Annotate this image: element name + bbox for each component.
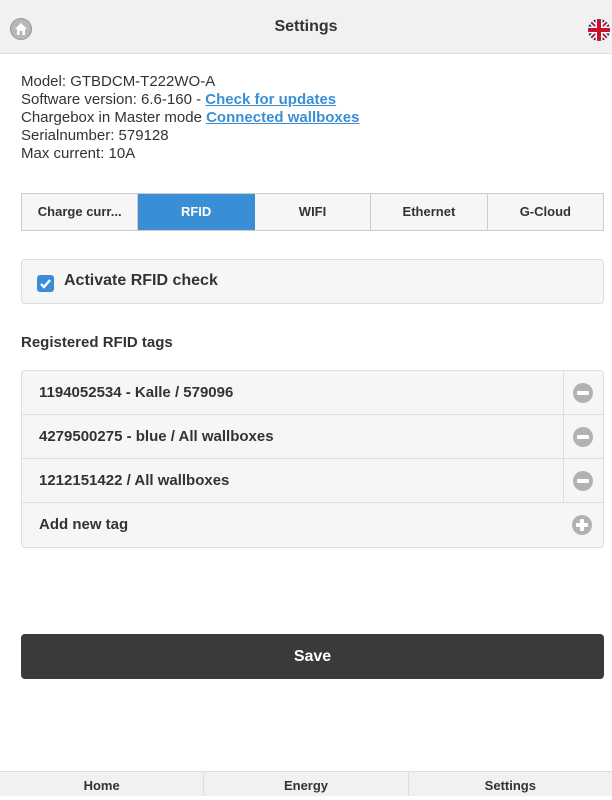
- software-version-text: Software version: 6.6-160 -: [21, 91, 206, 108]
- save-button[interactable]: Save: [21, 634, 604, 679]
- remove-icon: [573, 383, 593, 403]
- add-new-tag-label: Add new tag: [39, 516, 129, 533]
- nav-home[interactable]: Home: [0, 772, 205, 796]
- tag-label: 4279500275 - blue / All wallboxes: [39, 428, 274, 445]
- tab-ethernet[interactable]: Ethernet: [371, 194, 488, 230]
- rfid-tag-list: 1194052534 - Kalle / 579096 4279500275 -…: [21, 370, 604, 548]
- tab-g-cloud[interactable]: G-Cloud: [488, 194, 603, 230]
- tab-wifi[interactable]: WIFI: [255, 194, 372, 230]
- list-item[interactable]: 1212151422 / All wallboxes: [22, 459, 603, 503]
- settings-tabs: Charge curr... RFID WIFI Ethernet G-Clou…: [21, 193, 604, 231]
- activate-rfid-checkbox[interactable]: [37, 275, 54, 292]
- nav-energy[interactable]: Energy: [204, 772, 409, 796]
- chargebox-mode-line: Chargebox in Master mode Connected wallb…: [21, 109, 359, 127]
- connected-wallboxes-link[interactable]: Connected wallboxes: [206, 109, 359, 126]
- rfid-check-panel[interactable]: Activate RFID check: [21, 259, 604, 304]
- check-updates-link[interactable]: Check for updates: [205, 91, 336, 108]
- nav-settings[interactable]: Settings: [409, 772, 612, 796]
- remove-tag-button[interactable]: [563, 459, 603, 502]
- chargebox-mode-text: Chargebox in Master mode: [21, 109, 207, 126]
- add-tag-button[interactable]: [563, 503, 603, 547]
- add-icon: [572, 515, 592, 535]
- list-item[interactable]: 1194052534 - Kalle / 579096: [22, 371, 603, 415]
- list-item[interactable]: 4279500275 - blue / All wallboxes: [22, 415, 603, 459]
- serial-number-text: Serialnumber: 579128: [21, 127, 169, 144]
- tag-label: 1194052534 - Kalle / 579096: [39, 384, 234, 401]
- page-title: Settings: [274, 18, 338, 35]
- uk-flag-icon[interactable]: [588, 19, 610, 41]
- registered-tags-title: Registered RFID tags: [21, 334, 173, 351]
- remove-tag-button[interactable]: [563, 371, 603, 414]
- max-current-text: Max current: 10A: [21, 145, 136, 162]
- model-text: Model: GTBDCM-T222WO-A: [21, 73, 216, 90]
- activate-rfid-label: Activate RFID check: [64, 272, 218, 289]
- add-new-tag-row[interactable]: Add new tag: [22, 503, 603, 547]
- device-info: Model: GTBDCM-T222WO-A Software version:…: [21, 73, 359, 163]
- remove-icon: [573, 427, 593, 447]
- remove-icon: [573, 471, 593, 491]
- tag-label: 1212151422 / All wallboxes: [39, 472, 230, 489]
- tab-charge-current[interactable]: Charge curr...: [22, 194, 139, 230]
- software-version-line: Software version: 6.6-160 - Check for up…: [21, 91, 359, 109]
- bottom-nav: Home Energy Settings: [0, 771, 612, 796]
- header-bar: Settings: [0, 0, 612, 54]
- remove-tag-button[interactable]: [563, 415, 603, 458]
- tab-rfid[interactable]: RFID: [138, 194, 255, 230]
